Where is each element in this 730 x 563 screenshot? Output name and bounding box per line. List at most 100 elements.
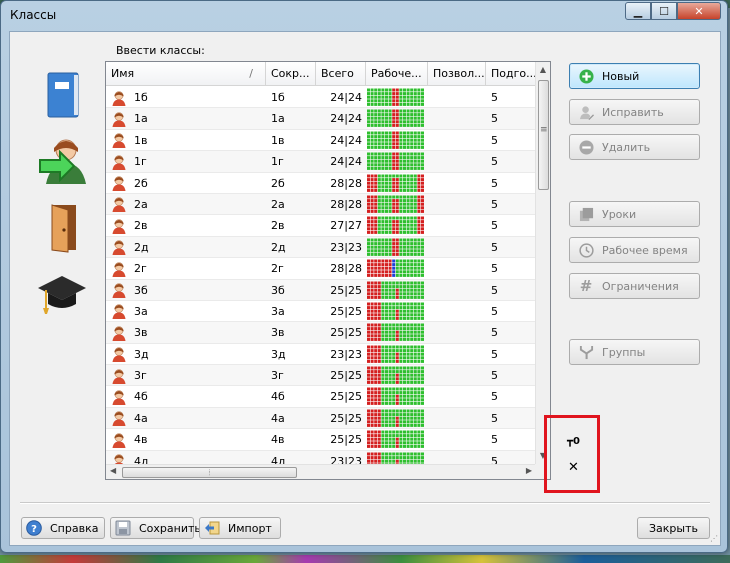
horizontal-scrollbar[interactable]: ◀ ⦙ ▶ [106,464,536,479]
title-bar[interactable]: Классы ▁ ☐ ✕ [1,1,727,27]
window-controls: ▁ ☐ ✕ [625,2,721,20]
total-cell: 25|25 [330,433,362,447]
name-cell: 1в [106,130,266,151]
allowed-cell [428,237,486,258]
short-cell: 1а [271,112,285,126]
column-header[interactable]: Всего [316,62,366,86]
name-cell: 3г [106,365,266,386]
plus-icon [578,68,594,84]
short-cell: 2г [271,262,284,276]
total-cell: 28|28 [330,262,362,276]
close-button[interactable]: Закрыть [637,517,710,539]
worktime-cell [366,386,428,407]
table-row[interactable]: 3а 3а 25|25 5 [106,301,536,323]
table-row[interactable]: 4в 4в 25|25 5 [106,429,536,451]
total-cell: 25|25 [330,369,362,383]
person-arrow-icon[interactable] [38,136,90,188]
worktime-button[interactable]: Рабочее время [569,237,700,263]
scroll-left-icon[interactable]: ◀ [110,466,116,475]
scroll-right-icon[interactable]: ▶ [526,466,532,475]
short-cell: 4б [271,390,285,404]
book-icon[interactable] [38,70,90,122]
horizontal-scroll-thumb[interactable]: ⦙ [122,467,297,478]
key-icon[interactable]: ┳0 [567,436,580,447]
maximize-button[interactable]: ☐ [651,2,677,20]
import-button[interactable]: Импорт [199,517,281,539]
class-name: 3г [134,369,147,383]
table-row[interactable]: 1а 1а 24|24 5 [106,108,536,130]
allowed-cell [428,429,486,450]
help-button[interactable]: ? Справка [21,517,105,539]
worktime-cell [366,194,428,215]
worktime-heatmap [367,452,424,464]
delete-button-label: Удалить [602,140,651,154]
groups-button[interactable]: Группы [569,339,700,365]
minimize-button[interactable]: ▁ [625,2,651,20]
save-button[interactable]: Сохранить [110,517,201,539]
table-row[interactable]: 3г 3г 25|25 5 [106,365,536,387]
allowed-cell [428,173,486,194]
door-icon[interactable] [38,202,90,254]
name-cell: 3а [106,301,266,322]
worktime-cell [366,344,428,365]
table-row[interactable]: 2в 2в 27|27 5 [106,215,536,237]
worktime-heatmap [367,131,424,149]
total-cell: 23|23 [330,240,362,254]
table-row[interactable]: 2д 2д 23|23 5 [106,236,536,259]
lessons-button-label: Уроки [602,207,637,221]
worktime-heatmap [367,302,424,320]
allowed-cell [428,322,486,343]
vertical-scrollbar[interactable]: ▲ ▼ [535,62,550,464]
dialog-client-area: Ввести классы: Имя / Сокр... Всего Рабоче...… [9,31,721,546]
class-name: 4в [134,433,148,447]
table-row[interactable]: 3в 3в 25|25 5 [106,322,536,344]
constraints-button[interactable]: # Ограничения [569,273,700,299]
graduation-cap-icon[interactable] [36,268,88,320]
column-header[interactable]: Имя / [106,62,266,86]
total-cell: 24|24 [330,91,362,104]
classes-grid[interactable]: Имя / Сокр... Всего Рабоче... Позвол... Подго.… [105,61,551,480]
column-header[interactable]: Позвол... [428,62,486,86]
vertical-scroll-thumb[interactable] [538,80,549,190]
worktime-cell [366,365,428,386]
delete-button[interactable]: Удалить [569,134,700,160]
column-header[interactable]: Сокр... [266,62,316,86]
new-button[interactable]: Новый [569,63,700,89]
allowed-cell [428,365,486,386]
table-row[interactable]: 1в 1в 24|24 5 [106,130,536,152]
scroll-up-icon[interactable]: ▲ [536,62,550,78]
class-icon [112,390,126,405]
table-row[interactable]: 2а 2а 28|28 5 [106,193,536,216]
total-cell: 25|25 [330,411,362,425]
table-row[interactable]: 1б 1б 24|24 5 [106,87,536,109]
class-name: 1г [134,155,147,169]
column-header-label: Подго... [491,67,536,80]
table-row[interactable]: 1г 1г 24|24 5 [106,151,536,173]
total-cell: 28|28 [330,197,362,211]
worktime-cell [366,173,428,194]
close-window-button[interactable]: ✕ [677,2,721,20]
column-header[interactable]: Подго... [486,62,536,86]
lessons-button[interactable]: Уроки [569,201,700,227]
allowed-cell [428,301,486,322]
edit-button[interactable]: Исправить [569,99,700,125]
total-cell: 24|24 [330,112,362,126]
table-row[interactable]: 4б 4б 25|25 5 [106,386,536,408]
table-row[interactable]: 4д 4д 23|23 5 [106,450,536,464]
allowed-cell [428,194,486,215]
table-row[interactable]: 2б 2б 28|28 5 [106,173,536,194]
worktime-heatmap [367,323,424,342]
table-row[interactable]: 3б 3б 25|25 5 [106,279,536,301]
table-row[interactable]: 2г 2г 28|28 5 [106,258,536,280]
grid-body[interactable]: 1б 1б 24|24 5 1а 1а 24|24 5 1в 1в 24|24 5 1г 1г 24|24 5… [106,87,536,464]
resize-grip[interactable]: ⋰ [710,534,718,543]
allowed-cell [428,215,486,236]
table-row[interactable]: 3д 3д 23|23 5 [106,344,536,366]
column-header[interactable]: Рабоче... [366,62,428,86]
table-row[interactable]: 4а 4а 25|25 5 [106,407,536,430]
total-cell: 27|27 [330,219,362,233]
total-cell: 23|23 [330,347,362,361]
prep-cell: 5 [491,133,498,147]
x-icon[interactable]: ✕ [568,460,579,475]
name-cell: 2д [106,237,266,258]
